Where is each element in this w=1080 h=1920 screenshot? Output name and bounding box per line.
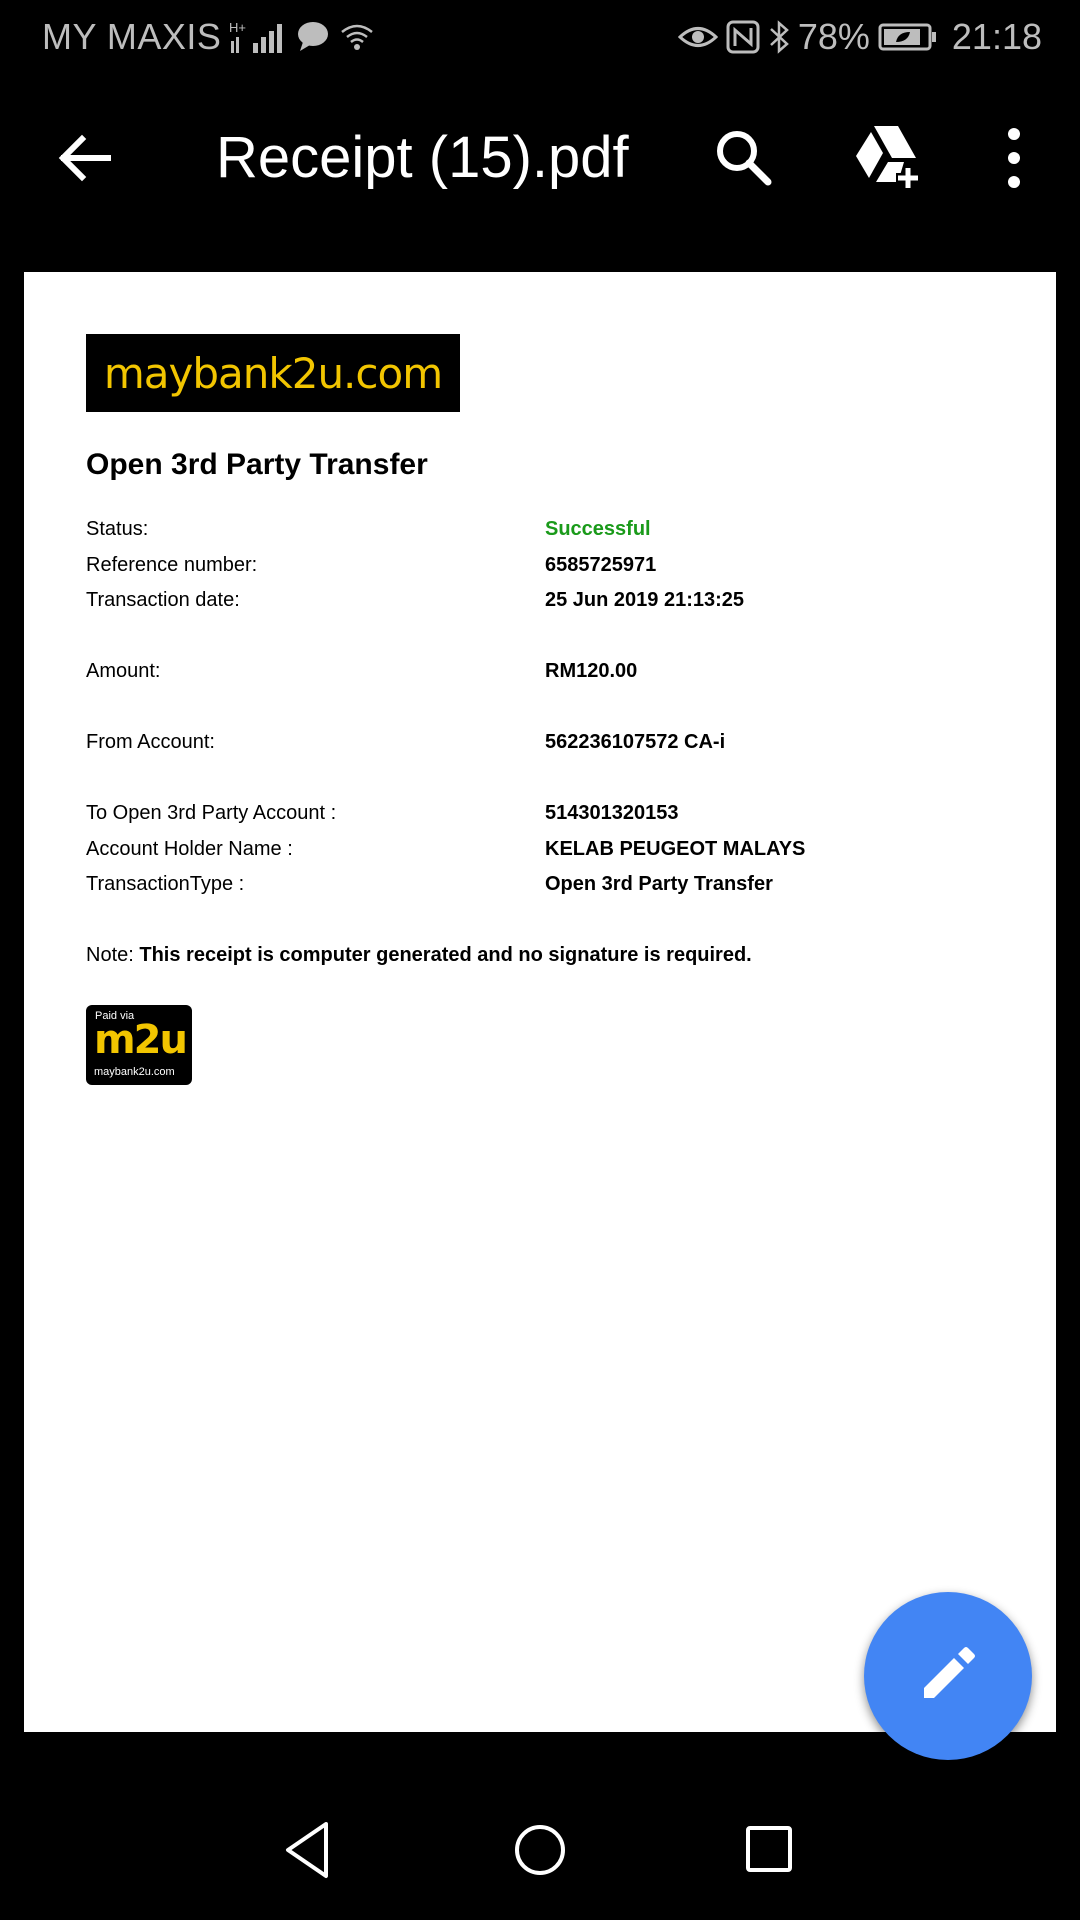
logo-text: maybank2u.com <box>103 348 443 398</box>
from-account-value: 562236107572 CA-i <box>545 731 726 753</box>
row-to-account: To Open 3rd Party Account : 514301320153 <box>86 802 986 832</box>
row-reference: Reference number: 6585725971 <box>86 554 986 584</box>
row-status: Status: Successful <box>86 518 986 548</box>
to-account-label: To Open 3rd Party Account : <box>86 802 337 824</box>
amount-value: RM120.00 <box>545 660 638 682</box>
nav-home-icon[interactable] <box>500 1810 580 1890</box>
m2u-brand: m2u <box>94 1017 188 1063</box>
signal-icon: H+ <box>229 19 287 55</box>
search-icon[interactable] <box>712 126 776 190</box>
system-nav-bar <box>0 1780 1080 1920</box>
row-from-account: From Account: 562236107572 CA-i <box>86 731 986 761</box>
battery-percent: 78% <box>797 16 870 57</box>
m2u-site: maybank2u.com <box>94 1066 175 1078</box>
edit-pencil-icon <box>916 1642 980 1711</box>
paid-via-m2u-badge: Paid via m2u maybank2u.com <box>86 1005 192 1085</box>
status-left: MY MAXIS H+ <box>42 16 375 58</box>
account-holder-value: KELAB PEUGEOT MALAYS <box>545 838 806 860</box>
reference-label: Reference number: <box>86 554 258 576</box>
pdf-page: maybank2u.com Open 3rd Party Transfer St… <box>24 272 1056 1732</box>
transaction-date-value: 25 Jun 2019 21:13:25 <box>545 589 745 611</box>
maybank2u-logo: maybank2u.com <box>86 334 460 412</box>
amount-label: Amount: <box>86 660 161 682</box>
status-label: Status: <box>86 518 149 540</box>
row-transaction-date: Transaction date: 25 Jun 2019 21:13:25 <box>86 589 986 619</box>
transaction-type-label: TransactionType : <box>86 873 245 895</box>
transaction-date-label: Transaction date: <box>86 589 240 611</box>
status-bar: MY MAXIS H+ 78% 21:18 <box>0 0 1080 74</box>
to-account-value: 514301320153 <box>545 802 679 824</box>
reference-value: 6585725971 <box>545 554 657 576</box>
receipt-note: Note: This receipt is computer generated… <box>86 944 752 967</box>
drive-add-icon[interactable] <box>852 122 924 192</box>
from-account-label: From Account: <box>86 731 215 753</box>
row-account-holder: Account Holder Name : KELAB PEUGEOT MALA… <box>86 838 986 868</box>
nav-recents-icon[interactable] <box>730 1810 810 1890</box>
transaction-type-value: Open 3rd Party Transfer <box>545 873 773 895</box>
carrier-name: MY MAXIS <box>42 16 222 57</box>
message-bubble-icon <box>295 20 331 54</box>
status-right: 78% 21:18 <box>670 16 1042 58</box>
account-holder-label: Account Holder Name : <box>86 838 293 860</box>
receipt-title: Open 3rd Party Transfer <box>86 448 428 481</box>
row-transaction-type: TransactionType : Open 3rd Party Transfe… <box>86 873 986 903</box>
row-amount: Amount: RM120.00 <box>86 660 986 690</box>
note-text: This receipt is computer generated and n… <box>139 944 752 966</box>
document-title: Receipt (15).pdf <box>216 125 629 190</box>
clock: 21:18 <box>951 16 1042 57</box>
note-label: Note: <box>86 944 134 966</box>
eye-comfort-icon <box>677 22 718 52</box>
wifi-icon <box>339 20 375 54</box>
status-value: Successful <box>545 518 651 540</box>
bluetooth-icon <box>768 19 792 55</box>
nfc-icon <box>726 20 760 54</box>
app-bar: Receipt (15).pdf <box>0 74 1080 240</box>
edit-button[interactable] <box>864 1592 1032 1760</box>
battery-icon <box>878 22 938 52</box>
more-vert-icon[interactable] <box>996 124 1032 192</box>
nav-back-icon[interactable] <box>270 1810 350 1890</box>
network-type-label: H+ <box>229 20 246 35</box>
back-arrow-icon[interactable] <box>52 126 116 190</box>
